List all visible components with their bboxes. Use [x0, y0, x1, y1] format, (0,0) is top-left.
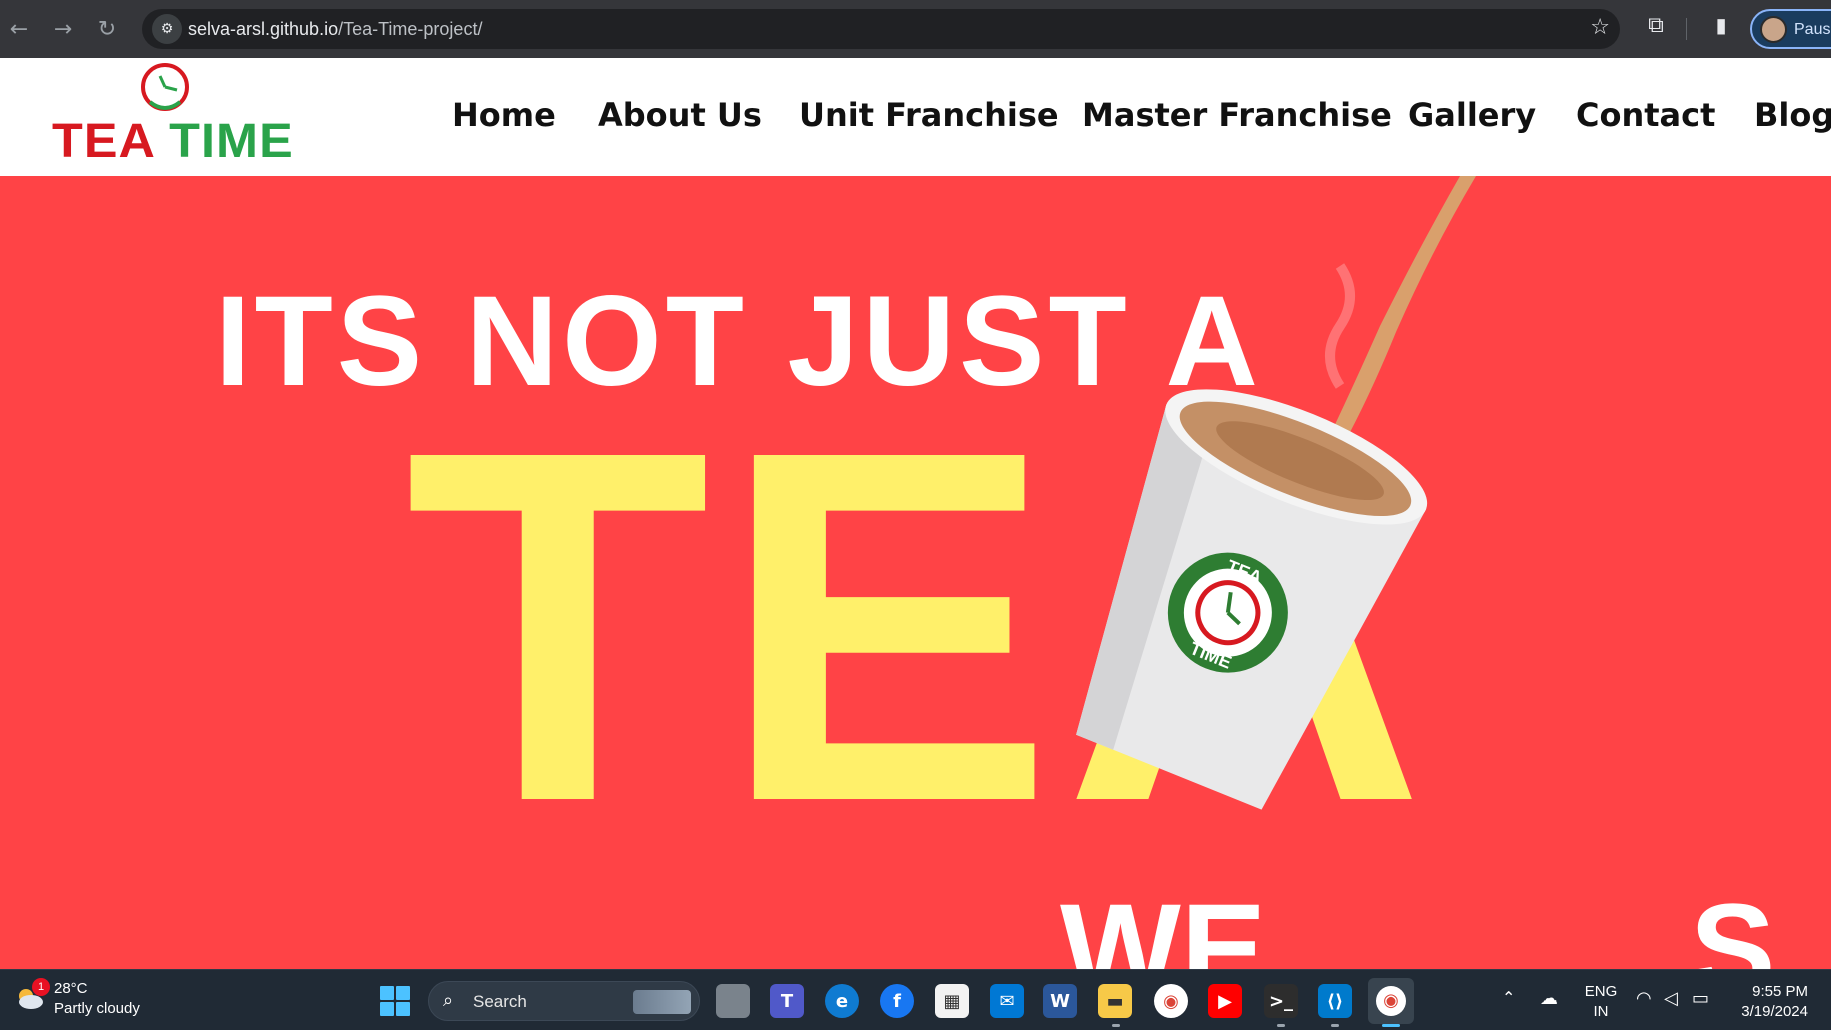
chevron-up-icon[interactable]: ⌃	[1502, 988, 1515, 1007]
nav-home[interactable]: Home	[452, 96, 556, 134]
weather-temp: 28°C	[54, 980, 88, 997]
chrome-icon[interactable]: ◉	[1154, 984, 1188, 1018]
hero-subline-right: S	[1690, 878, 1776, 969]
arrow-right-icon: →	[53, 16, 73, 42]
store-icon[interactable]: ▦	[935, 984, 969, 1018]
url-host: selva-arsl.github.io	[188, 19, 339, 39]
running-indicator	[1277, 1024, 1285, 1027]
nav-gallery[interactable]: Gallery	[1408, 96, 1536, 134]
profile-label: Pause	[1794, 21, 1831, 38]
windows-logo-icon	[380, 986, 394, 1000]
site-info-icon[interactable]: ⚙	[152, 14, 182, 44]
weather-widget[interactable]: 1 28°C Partly cloudy	[14, 978, 184, 1024]
search-highlight-image	[633, 990, 691, 1014]
browser-toolbar: ← → ↻ ⚙ selva-arsl.github.io/Tea-Time-pr…	[0, 0, 1831, 58]
windows-taskbar: 1 28°C Partly cloudy ⌕ Search T e f ▦ ✉ …	[0, 969, 1831, 1030]
running-indicator	[1112, 1024, 1120, 1027]
youtube-icon[interactable]: ▶	[1208, 984, 1242, 1018]
bookmark-star-icon[interactable]: ☆	[1590, 15, 1610, 40]
nav-master-franchise[interactable]: Master Franchise	[1082, 96, 1392, 134]
wifi-icon[interactable]: ◠	[1636, 988, 1652, 1009]
vscode-icon[interactable]: ⟨⟩	[1318, 984, 1352, 1018]
site-header: TEA TIME Home About Us Unit Franchise Ma…	[0, 58, 1831, 176]
avatar	[1760, 16, 1787, 43]
arrow-left-icon: ←	[9, 16, 29, 42]
address-bar[interactable]: ⚙ selva-arsl.github.io/Tea-Time-project/…	[142, 9, 1620, 49]
onedrive-cloud-icon[interactable]: ☁	[1540, 988, 1558, 1009]
facebook-icon[interactable]: f	[880, 984, 914, 1018]
start-button[interactable]	[380, 986, 410, 1016]
terminal-icon[interactable]: >_	[1264, 984, 1298, 1018]
hero-subline-left: WE	[1060, 878, 1267, 969]
lang-line2: IN	[1593, 1003, 1609, 1020]
url-text[interactable]: selva-arsl.github.io/Tea-Time-project/	[188, 19, 482, 40]
edge-icon[interactable]: e	[825, 984, 859, 1018]
taskbar-search[interactable]: ⌕ Search	[428, 981, 700, 1021]
volume-icon[interactable]: ◁	[1664, 988, 1678, 1009]
nav-blog[interactable]: Blog	[1754, 96, 1831, 134]
hero-banner: ITS NOT JUST A TEA TEA TIME WE S	[0, 176, 1831, 969]
mail-icon[interactable]: ✉	[990, 984, 1024, 1018]
toolbar-divider	[1686, 18, 1687, 40]
clock-time: 9:55 PM	[1752, 983, 1808, 1000]
reload-icon: ↻	[97, 16, 117, 42]
reload-button[interactable]: ↻	[90, 12, 124, 46]
profile-button[interactable]: Pause	[1750, 9, 1831, 49]
running-indicator	[1331, 1024, 1339, 1027]
file-explorer-icon[interactable]: ▬	[1098, 984, 1132, 1018]
logo-tea: TEA	[52, 115, 155, 168]
language-indicator[interactable]: ENG IN	[1584, 982, 1618, 1022]
back-button[interactable]: ←	[2, 12, 36, 46]
search-label: Search	[473, 992, 527, 1011]
active-indicator	[1382, 1024, 1400, 1027]
url-path: /Tea-Time-project/	[338, 19, 483, 39]
logo-wordmark: TEA TIME	[52, 114, 294, 169]
nav-contact[interactable]: Contact	[1576, 96, 1715, 134]
forward-button[interactable]: →	[46, 12, 80, 46]
word-icon[interactable]: W	[1043, 984, 1077, 1018]
extensions-icon[interactable]: ⧉	[1640, 13, 1672, 45]
clock[interactable]: 9:55 PM 3/19/2024	[1726, 982, 1808, 1022]
clock-date: 3/19/2024	[1741, 1003, 1808, 1020]
lang-line1: ENG	[1584, 983, 1618, 1000]
logo-time: TIME	[169, 115, 294, 168]
weather-badge: 1	[32, 978, 50, 996]
nav-about-us[interactable]: About Us	[598, 96, 762, 134]
nav-unit-franchise[interactable]: Unit Franchise	[799, 96, 1059, 134]
teams-icon[interactable]: T	[770, 984, 804, 1018]
tea-cup-image: TEA TIME	[1040, 176, 1540, 896]
weather-condition: Partly cloudy	[54, 1000, 140, 1017]
side-panel-icon[interactable]: ▮	[1706, 13, 1736, 45]
tea-time-logo[interactable]: TEA TIME	[50, 58, 293, 176]
battery-icon[interactable]: ▭	[1692, 988, 1709, 1009]
chrome-active-icon[interactable]: ◉	[1368, 978, 1414, 1024]
search-icon: ⌕	[443, 990, 454, 1011]
task-view-icon[interactable]	[716, 984, 750, 1018]
